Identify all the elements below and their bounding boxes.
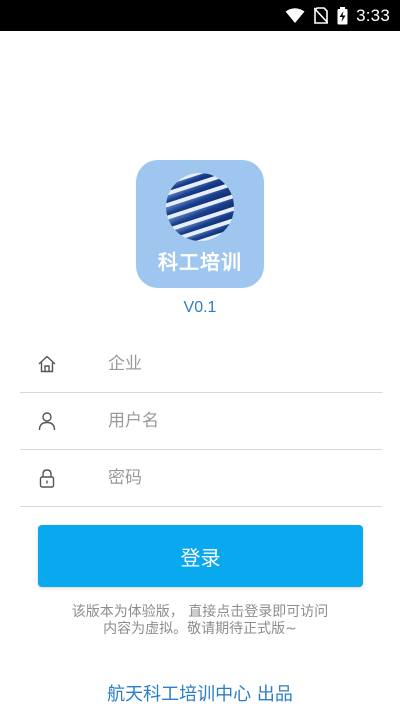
password-field[interactable] [20, 450, 382, 507]
username-input[interactable] [108, 411, 348, 431]
trial-notice-line2: 内容为虚拟。敬请期待正式版~ [103, 621, 297, 637]
wifi-icon [285, 7, 305, 24]
app-logo: 科工培训 [136, 160, 264, 288]
battery-charging-icon [337, 6, 348, 25]
globe-logo-icon [166, 173, 234, 241]
home-icon [37, 354, 57, 374]
version-label: V0.1 [183, 299, 217, 316]
company-field[interactable] [20, 336, 382, 393]
footer-credit: 航天科工培训中心 出品 [107, 684, 293, 705]
password-input[interactable] [108, 468, 348, 488]
lock-icon [37, 468, 57, 488]
login-button[interactable]: 登录 [38, 525, 363, 587]
logo-text: 科工培训 [158, 250, 242, 274]
company-input[interactable] [108, 354, 348, 374]
no-sim-icon [314, 7, 329, 24]
trial-notice-line1: 该版本为体验版， 直接点击登录即可访问 [71, 604, 329, 620]
status-time: 3:33 [356, 5, 390, 25]
status-bar: 3:33 [0, 0, 400, 31]
user-icon [37, 411, 57, 431]
username-field[interactable] [20, 393, 382, 450]
trial-notice: 该版本为体验版， 直接点击登录即可访问 内容为虚拟。敬请期待正式版~ [0, 604, 400, 638]
